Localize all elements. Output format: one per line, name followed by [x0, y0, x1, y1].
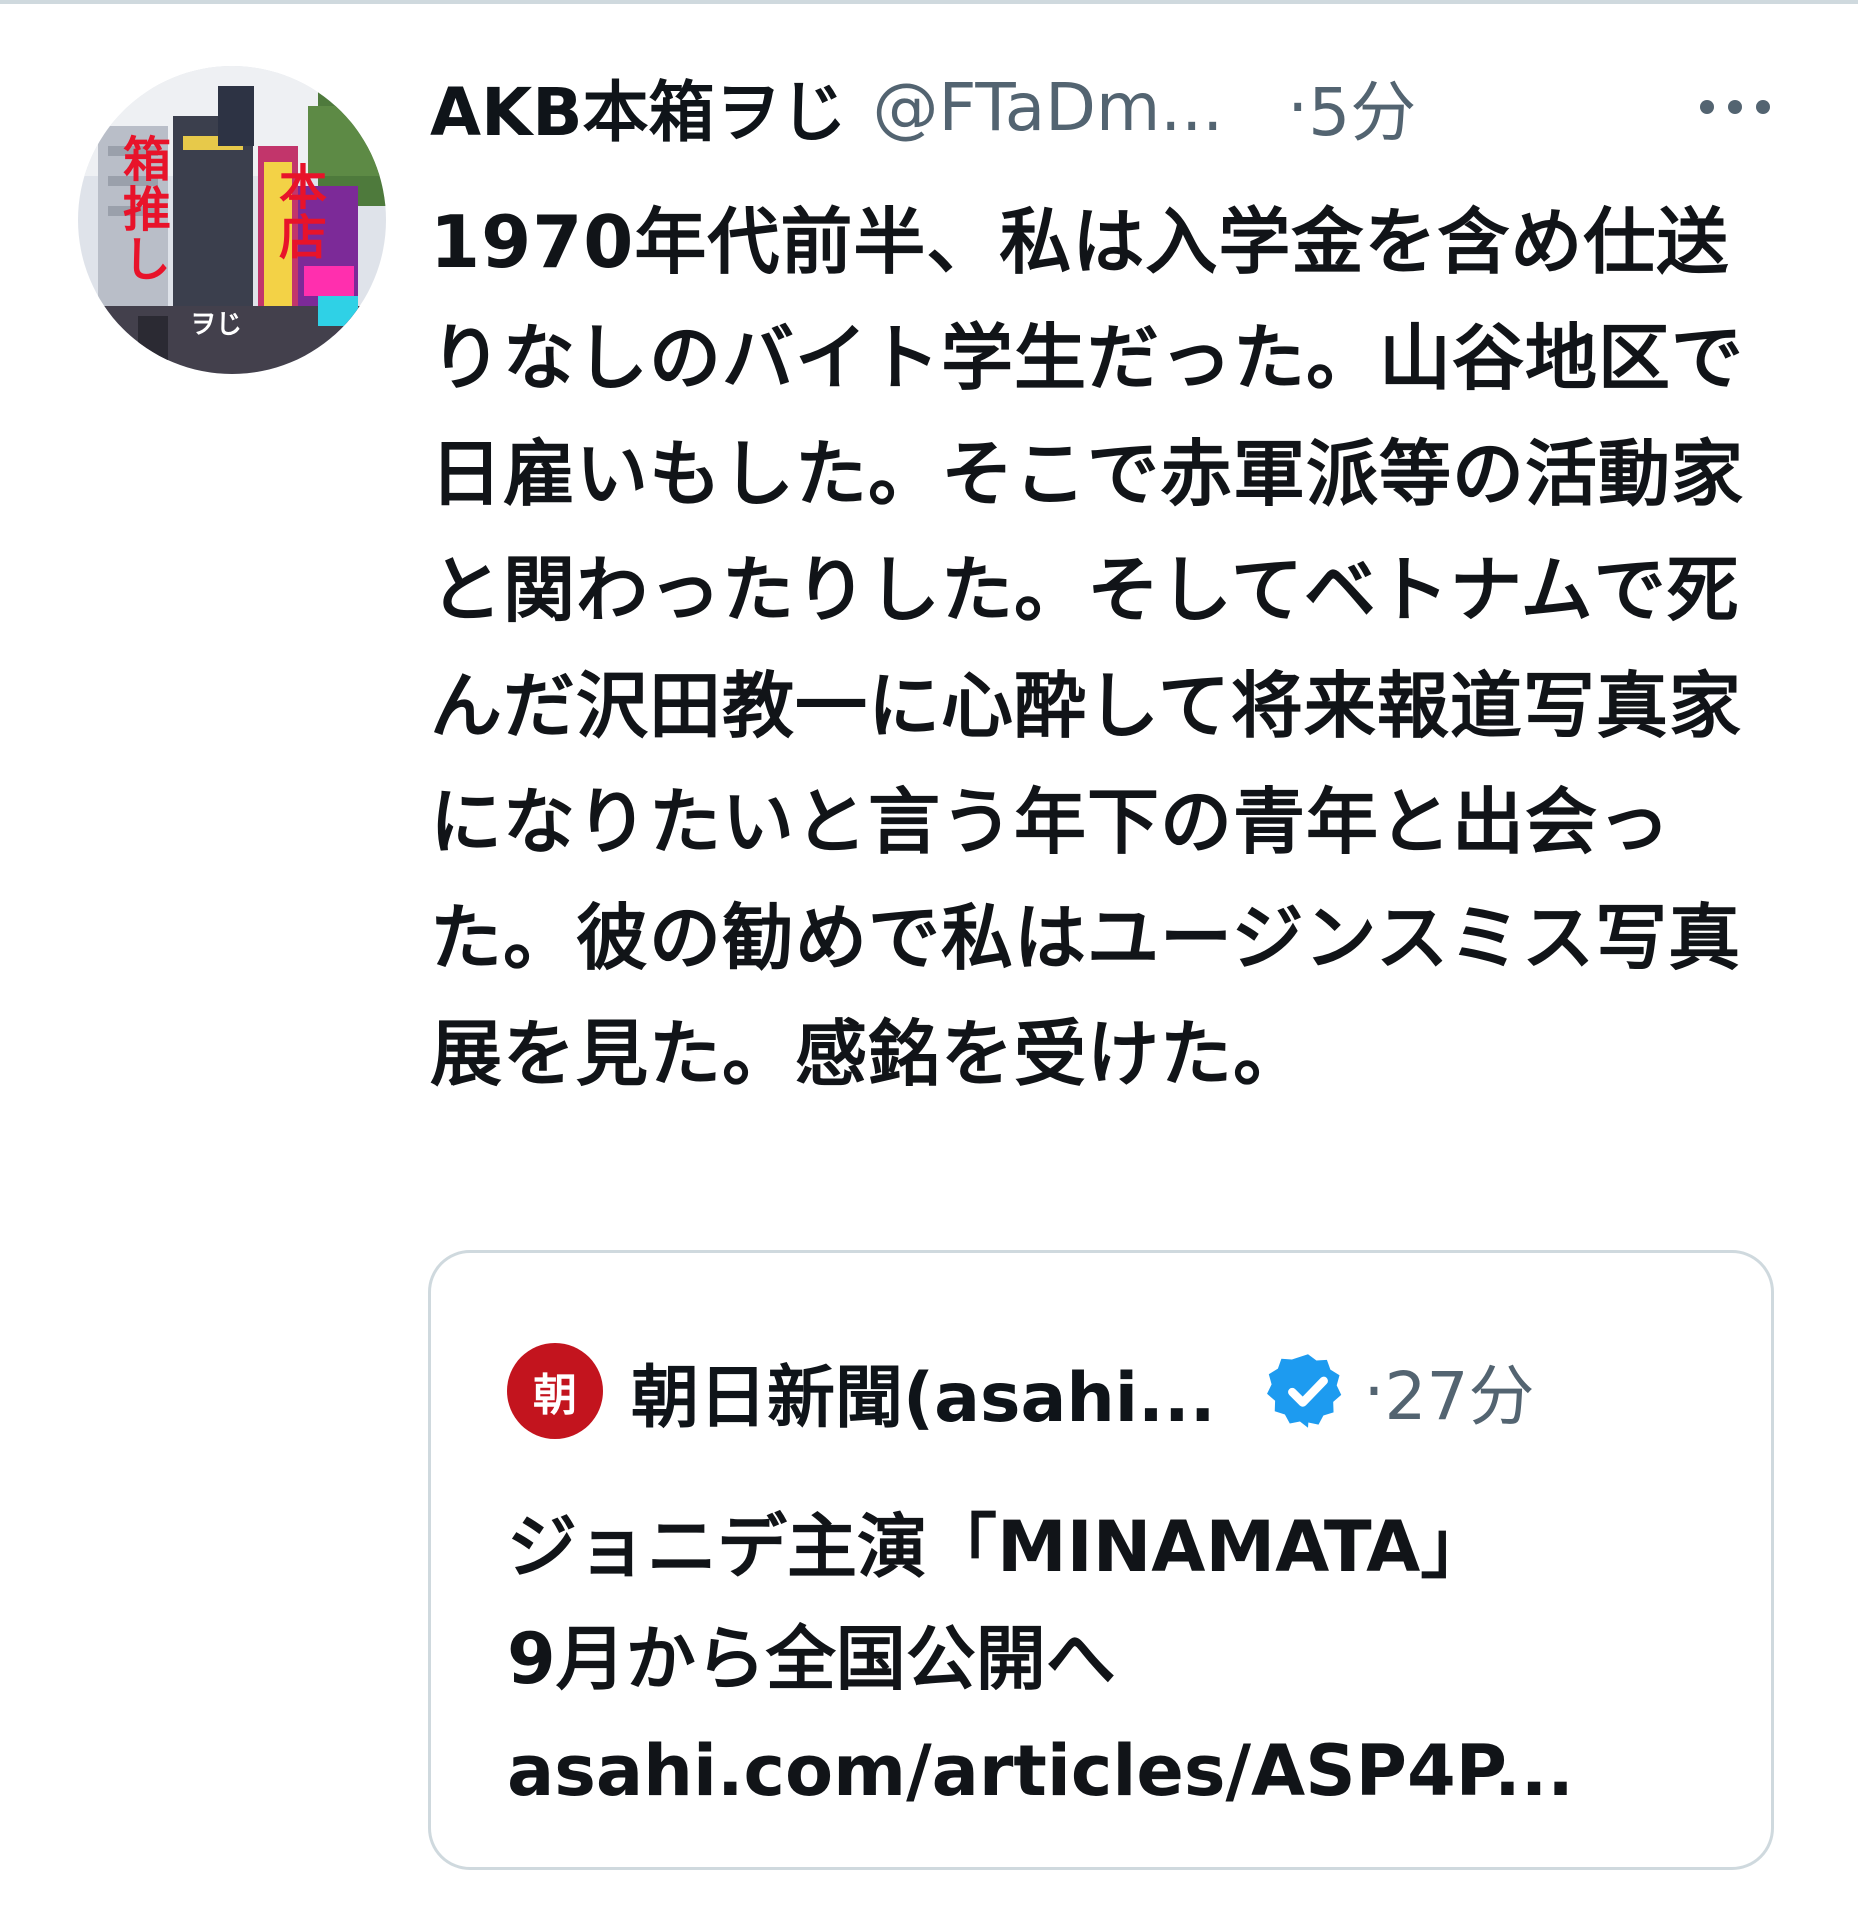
author-display-name[interactable]: AKB本箱ヲじ: [430, 59, 847, 155]
quoted-header-separator: ·: [1363, 1352, 1385, 1430]
quoted-author-avatar[interactable]: 朝: [507, 1343, 603, 1439]
tweet-header: AKB本箱ヲじ @FTaDm... · 5分: [430, 62, 1780, 152]
author-avatar[interactable]: 箱推し 本店 ヲじ: [78, 66, 386, 374]
avatar-caption-small: ヲじ: [190, 310, 243, 340]
tweet-text: 1970年代前半、私は入学金を含め仕送りなしのバイト学生だった。山谷地区で日雇い…: [430, 200, 1745, 1096]
quoted-tweet-text: ジョニデ主演「MINAMATA」 9月から全国公開へ asahi.com/art…: [507, 1491, 1727, 1827]
verified-badge-icon: [1266, 1354, 1341, 1428]
quoted-author-name[interactable]: 朝日新聞(asahi...: [631, 1342, 1216, 1441]
quoted-tweet-timestamp[interactable]: 27分: [1385, 1343, 1535, 1439]
more-dots-icon: [1700, 100, 1770, 114]
quoted-tweet-card[interactable]: 朝 朝日新聞(asahi... · 27分 ジョニデ主演「MINAMATA」 9…: [428, 1250, 1774, 1870]
avatar-caption-left: 箱推し: [114, 134, 170, 284]
avatar-caption-right: 本店: [270, 162, 326, 262]
quoted-tweet-header: 朝 朝日新聞(asahi... · 27分: [507, 1341, 1535, 1441]
more-button[interactable]: [1690, 72, 1780, 142]
tweet-timestamp[interactable]: 5分: [1308, 59, 1416, 155]
quoted-link[interactable]: asahi.com/articles/ASP4P...: [507, 1715, 1727, 1827]
quoted-text-line: ジョニデ主演「MINAMATA」: [507, 1506, 1491, 1588]
header-separator: ·: [1287, 68, 1309, 146]
quoted-text-line: 9月から全国公開へ: [507, 1618, 1116, 1700]
author-handle[interactable]: @FTaDm...: [873, 69, 1224, 146]
top-divider: [0, 0, 1858, 4]
